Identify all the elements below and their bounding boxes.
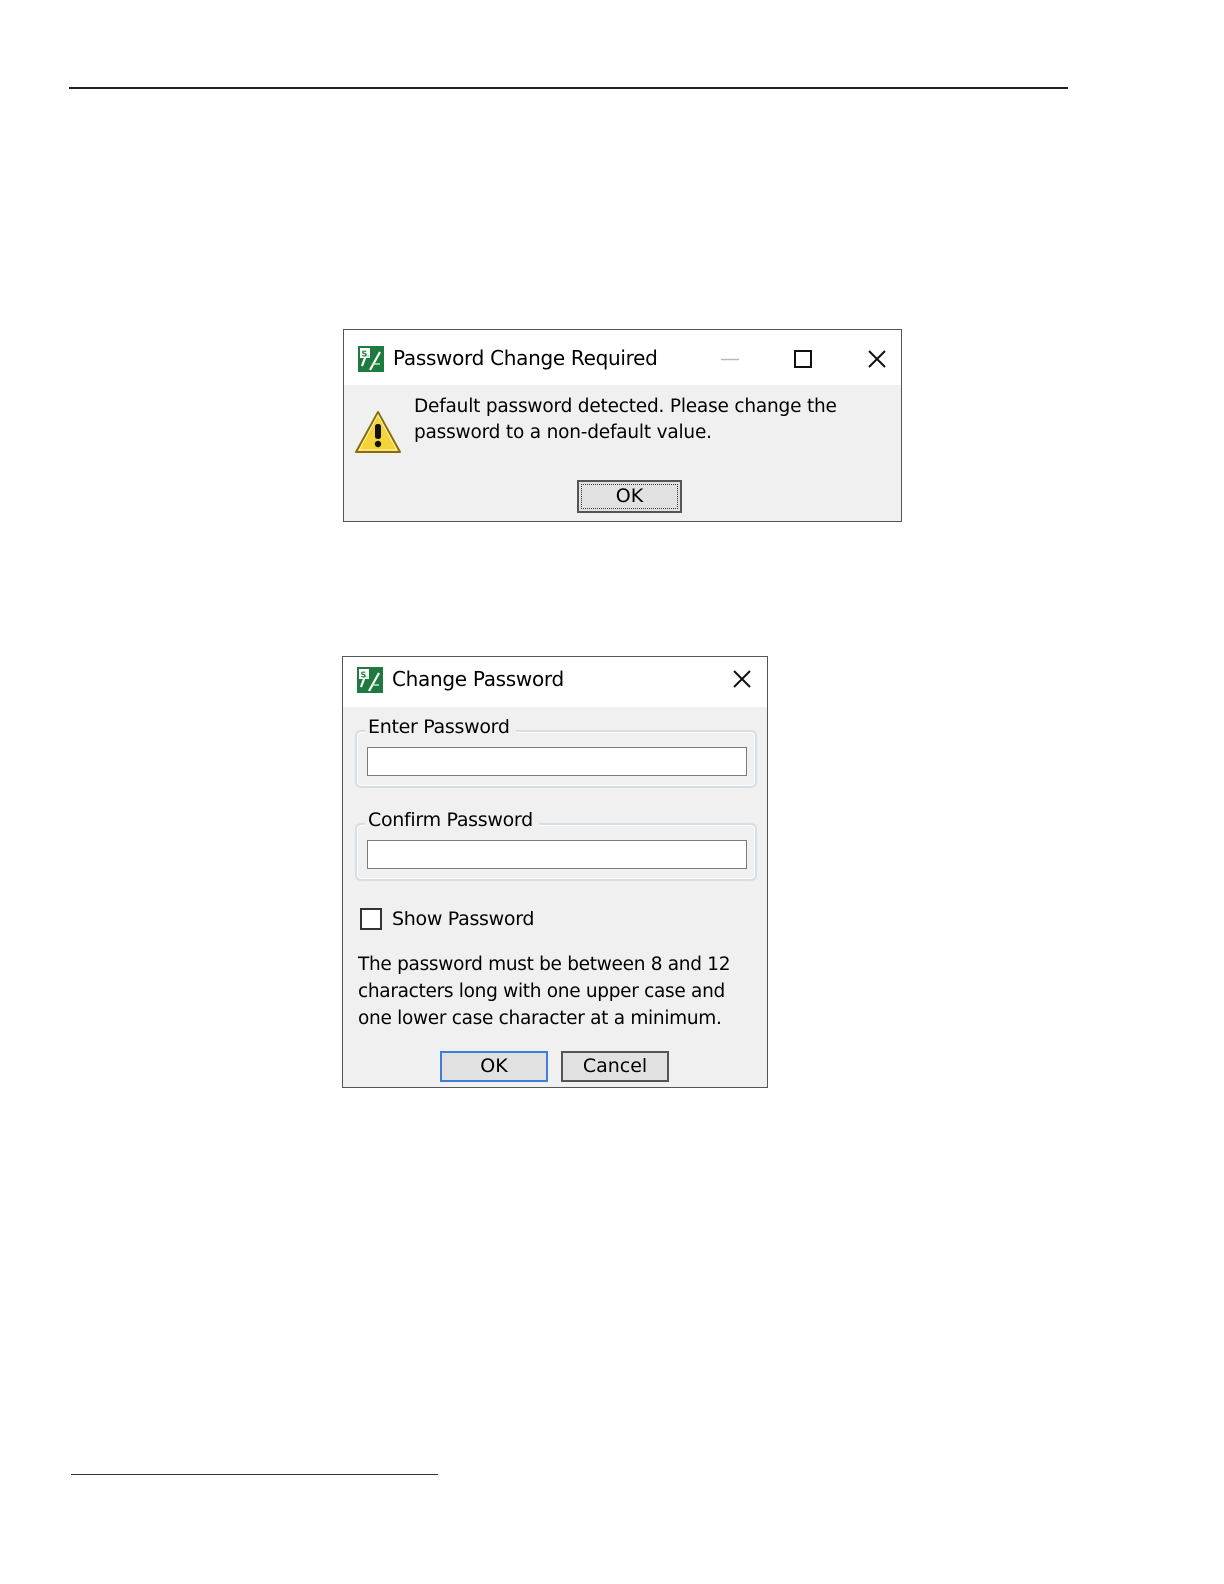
close-icon[interactable] <box>724 661 760 697</box>
maximize-icon[interactable] <box>785 341 821 377</box>
page-header-rule <box>69 87 1068 89</box>
dialog-title: Password Change Required <box>393 346 658 370</box>
svg-text:S: S <box>361 671 367 680</box>
svg-text:S: S <box>362 350 368 359</box>
app-logo-icon: S <box>358 346 384 372</box>
show-password-label[interactable]: Show Password <box>392 906 534 932</box>
warning-icon <box>355 411 401 453</box>
enter-password-field[interactable] <box>367 747 747 776</box>
ok-button[interactable]: OK <box>440 1051 548 1082</box>
cancel-button[interactable]: Cancel <box>561 1051 669 1082</box>
app-logo-icon: S <box>357 667 383 693</box>
password-change-required-dialog: S Password Change Required Default passw… <box>343 329 902 522</box>
confirm-password-field[interactable] <box>367 840 747 869</box>
change-password-dialog: S Change Password Enter Password Confirm… <box>342 656 768 1088</box>
title-bar[interactable]: S Change Password <box>343 657 767 707</box>
dialog-title: Change Password <box>392 667 564 691</box>
minimize-icon[interactable] <box>712 341 748 377</box>
confirm-password-group: Confirm Password <box>355 808 757 881</box>
title-bar[interactable]: S Password Change Required <box>344 330 901 385</box>
password-requirements-text: The password must be between 8 and 12 ch… <box>358 954 731 1029</box>
footnote-rule <box>71 1474 438 1475</box>
ok-button[interactable]: OK <box>577 480 682 513</box>
close-icon[interactable] <box>859 341 895 377</box>
warning-message: Default password detected. Please change… <box>414 396 837 443</box>
enter-password-group: Enter Password <box>355 715 757 788</box>
enter-password-label: Enter Password <box>365 715 516 739</box>
confirm-password-label: Confirm Password <box>365 808 539 832</box>
show-password-checkbox[interactable] <box>360 908 382 930</box>
